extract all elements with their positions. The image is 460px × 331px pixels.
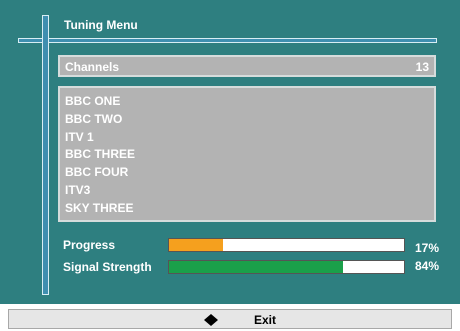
channel-item[interactable]: ITV 1 — [65, 129, 434, 147]
signal-strength-bar-fill — [169, 261, 343, 273]
tuning-screen: Tuning Menu Channels 13 BBC ONE BBC TWO … — [0, 0, 460, 304]
channel-item[interactable]: BBC THREE — [65, 146, 434, 164]
menu-title: Tuning Menu — [64, 18, 138, 32]
channel-item[interactable]: BBC ONE — [65, 93, 434, 111]
frame-vertical-line — [42, 15, 49, 295]
channel-item[interactable]: BBC TWO — [65, 111, 434, 129]
progress-label: Progress — [63, 238, 116, 252]
footer-bar: Exit — [8, 309, 452, 329]
channels-label: Channels — [65, 60, 120, 74]
channels-count: 13 — [415, 60, 429, 74]
channels-header: Channels 13 — [58, 55, 436, 77]
signal-strength-value: 84% — [415, 259, 440, 273]
progress-value: 17% — [415, 241, 440, 255]
exit-button[interactable]: Exit — [254, 313, 276, 327]
channel-item[interactable]: ITV3 — [65, 182, 434, 200]
signal-strength-label: Signal Strength — [63, 260, 152, 274]
progress-bar-fill — [169, 239, 224, 251]
frame-horizontal-line — [18, 38, 437, 43]
channel-item[interactable]: BBC FOUR — [65, 164, 434, 182]
channel-item[interactable]: SKY THREE — [65, 200, 434, 218]
signal-strength-bar — [168, 260, 405, 274]
progress-bar — [168, 238, 405, 252]
up-down-arrow-icon — [204, 313, 218, 331]
channel-list: BBC ONE BBC TWO ITV 1 BBC THREE BBC FOUR… — [58, 86, 436, 222]
